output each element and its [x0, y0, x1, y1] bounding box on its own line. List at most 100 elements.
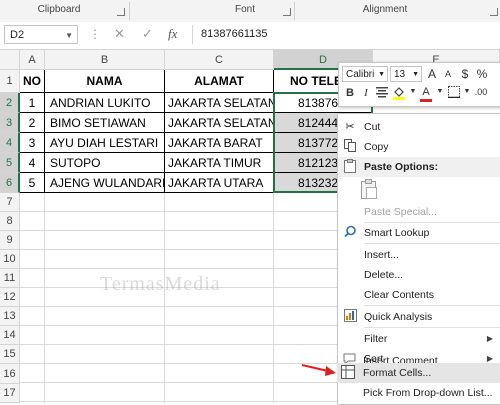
table-cell[interactable]: ANDRIAN LUKITO — [45, 93, 165, 113]
menu-item-label: Filter — [364, 333, 388, 345]
row-header-6[interactable]: 6 — [0, 173, 20, 193]
menu-item-filter[interactable]: Filter ▶ — [338, 329, 500, 349]
shrink-font-icon[interactable]: A — [441, 69, 455, 79]
menu-item-smart-lookup[interactable]: Smart Lookup — [338, 223, 500, 243]
menu-item-paste-special[interactable]: Paste Special... — [338, 202, 500, 222]
row-header-5[interactable]: 5 — [0, 153, 20, 173]
row-header-16[interactable]: 16 — [0, 364, 20, 384]
row-header-9[interactable]: 9 — [0, 231, 20, 250]
format-cells-icon — [341, 365, 357, 381]
ribbon-group-clipboard: Clipboard — [37, 4, 81, 15]
menu-item-copy[interactable]: Copy — [338, 137, 500, 157]
borders-icon[interactable] — [447, 86, 461, 101]
chevron-down-icon[interactable]: ▼ — [65, 26, 73, 45]
table-cell[interactable]: 3 — [20, 133, 45, 153]
table-header-cell[interactable]: ALAMAT — [165, 70, 274, 93]
menu-item-label: Quick Analysis — [364, 311, 433, 323]
menu-item-insert[interactable]: Insert... — [338, 245, 500, 265]
row-header-11[interactable]: 11 — [0, 269, 20, 288]
table-header-cell[interactable]: NO — [20, 70, 45, 93]
menu-item-format-cells[interactable]: Format Cells... — [337, 363, 500, 383]
table-header-cell[interactable]: NAMA — [45, 70, 165, 93]
align-center-icon[interactable] — [375, 87, 389, 101]
quick-analysis-icon — [342, 309, 358, 325]
table-cell[interactable]: JAKARTA UTARA — [165, 173, 274, 193]
table-cell[interactable]: SUTOPO — [45, 153, 165, 173]
row-header-14[interactable]: 14 — [0, 326, 20, 345]
copy-icon — [342, 139, 358, 155]
font-name-select[interactable]: Calibri ▼ — [342, 66, 388, 82]
menu-item-label: Smart Lookup — [364, 227, 430, 239]
grow-font-icon[interactable]: A — [425, 67, 439, 81]
menu-item-label: Pick From Drop-down List... — [363, 387, 493, 399]
alignment-launcher-icon[interactable] — [490, 8, 498, 16]
currency-format-icon[interactable]: $ — [458, 67, 472, 81]
bold-icon[interactable]: B — [343, 87, 357, 99]
row-header-12[interactable]: 12 — [0, 288, 20, 307]
chevron-down-icon[interactable]: ▼ — [412, 67, 419, 83]
row-header-1[interactable]: 1 — [0, 70, 20, 93]
table-cell[interactable]: 5 — [20, 173, 45, 193]
chevron-down-icon[interactable]: ▼ — [460, 88, 474, 95]
column-header-c[interactable]: C — [165, 50, 274, 70]
row-header-3[interactable]: 3 — [0, 113, 20, 133]
table-cell[interactable]: JAKARTA SELATAN — [165, 113, 274, 133]
menu-separator — [364, 305, 500, 306]
menu-separator — [364, 327, 500, 328]
table-cell[interactable]: AYU DIAH LESTARI — [45, 133, 165, 153]
row-header-17[interactable]: 17 — [0, 384, 20, 403]
name-box[interactable]: D2 ▼ — [4, 25, 78, 44]
fill-color-icon[interactable] — [392, 86, 406, 103]
font-size-value: 13 — [394, 69, 406, 80]
menu-item-label: Cut — [364, 121, 381, 133]
menu-item-label: Paste Special... — [364, 206, 437, 218]
table-cell[interactable]: JAKARTA BARAT — [165, 133, 274, 153]
chevron-down-icon[interactable]: ▼ — [433, 88, 447, 95]
italic-icon[interactable]: I — [359, 87, 373, 99]
menu-item-label: Clear Contents — [364, 289, 435, 301]
table-cell[interactable]: JAKARTA TIMUR — [165, 153, 274, 173]
percent-style-icon[interactable]: % — [475, 67, 489, 81]
column-header-b[interactable]: B — [45, 50, 165, 70]
row-header-7[interactable]: 7 — [0, 193, 20, 212]
menu-item-label: Paste Options: — [364, 161, 439, 173]
paste-options-header: Paste Options: — [338, 157, 500, 177]
menu-item-label: Format Cells... — [363, 367, 432, 379]
font-size-select[interactable]: 13 ▼ — [390, 66, 422, 82]
scissors-icon: ✂ — [345, 121, 355, 133]
table-cell[interactable]: JAKARTA SELATAN — [165, 93, 274, 113]
menu-item-cut[interactable]: ✂ Cut — [338, 117, 500, 137]
row-header-13[interactable]: 13 — [0, 307, 20, 326]
table-cell[interactable]: 1 — [20, 93, 45, 113]
row-header-4[interactable]: 4 — [0, 133, 20, 153]
name-box-value: D2 — [10, 29, 25, 41]
decimal-icon[interactable]: .00 — [474, 87, 488, 97]
font-color-icon[interactable]: A — [419, 86, 433, 102]
more-icon: ⋮ — [89, 27, 102, 41]
cancel-icon[interactable]: ✕ — [114, 26, 125, 42]
paste-button[interactable] — [360, 178, 378, 200]
font-color-letter: A — [422, 86, 430, 98]
row-header-8[interactable]: 8 — [0, 212, 20, 231]
chevron-down-icon[interactable]: ▼ — [406, 88, 420, 95]
column-header-a[interactable]: A — [20, 50, 45, 70]
table-cell[interactable]: 2 — [20, 113, 45, 133]
formula-input[interactable]: 81387661135 — [192, 25, 492, 44]
row-header-2[interactable]: 2 — [0, 93, 20, 113]
row-header-10[interactable]: 10 — [0, 250, 20, 269]
font-launcher-icon[interactable] — [283, 8, 291, 16]
table-cell[interactable]: AJENG WULANDARI — [45, 173, 165, 193]
chevron-down-icon[interactable]: ▼ — [378, 67, 385, 83]
enter-icon[interactable]: ✓ — [142, 26, 153, 42]
row-header-15[interactable]: 15 — [0, 345, 20, 364]
insert-function-icon[interactable]: fx — [168, 26, 177, 42]
clipboard-launcher-icon[interactable] — [117, 8, 125, 16]
menu-item-pick-from-list[interactable]: Pick From Drop-down List... — [337, 383, 500, 403]
menu-item-clear-contents[interactable]: Clear Contents — [338, 285, 500, 305]
menu-item-delete[interactable]: Delete... — [338, 265, 500, 285]
select-all-corner[interactable] — [0, 50, 20, 70]
table-cell[interactable]: BIMO SETIAWAN — [45, 113, 165, 133]
table-cell[interactable]: 4 — [20, 153, 45, 173]
menu-item-quick-analysis[interactable]: Quick Analysis — [338, 307, 500, 327]
watermark: TermasMedia — [100, 273, 221, 295]
